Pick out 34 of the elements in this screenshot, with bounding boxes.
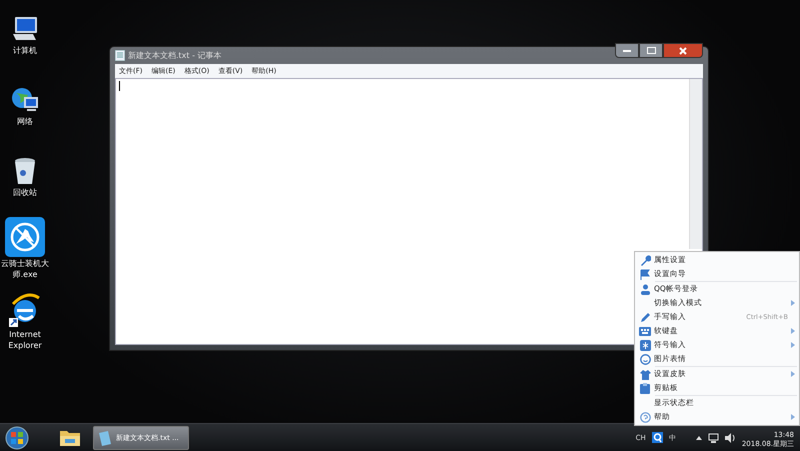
submenu-arrow-icon xyxy=(791,300,795,306)
browser-icon[interactable] xyxy=(7,292,43,328)
help-icon xyxy=(640,412,650,422)
ime-logo-icon[interactable] xyxy=(652,432,663,443)
close-button[interactable] xyxy=(663,43,703,58)
shirt-icon xyxy=(640,368,650,380)
maximize-button[interactable] xyxy=(639,43,663,58)
icon-label: Internet Explorer xyxy=(7,329,43,351)
minimize-button[interactable] xyxy=(615,43,639,58)
clipboard-icon xyxy=(640,382,650,394)
icon-label: 网络 xyxy=(17,116,33,127)
window-title: 新建文本文档.txt - 记事本 xyxy=(128,50,223,61)
icon-label: 回收站 xyxy=(13,187,37,198)
scrollbar[interactable] xyxy=(689,79,702,249)
pen-icon xyxy=(640,312,650,322)
folder-icon[interactable] xyxy=(59,428,81,446)
flag-icon xyxy=(640,268,650,280)
icon-label: 云骑士装机大师.exe xyxy=(0,258,50,280)
close-icon xyxy=(679,46,687,54)
minimize-icon xyxy=(623,50,631,52)
person-icon xyxy=(640,284,650,294)
keyboard-icon xyxy=(639,326,651,336)
symbol-icon xyxy=(640,340,650,350)
smiley-icon xyxy=(640,354,650,364)
submenu-arrow-icon xyxy=(791,371,795,377)
show-hidden-icons-icon[interactable] xyxy=(696,436,702,440)
submenu-arrow-icon xyxy=(791,414,795,420)
submenu-arrow-icon xyxy=(791,342,795,348)
start-button[interactable] xyxy=(5,426,29,450)
icon-label: 计算机 xyxy=(13,45,37,56)
horse-rider-icon[interactable] xyxy=(5,217,45,257)
maximize-icon xyxy=(646,47,656,54)
speaker-icon[interactable] xyxy=(724,432,736,442)
submenu-arrow-icon xyxy=(791,328,795,334)
